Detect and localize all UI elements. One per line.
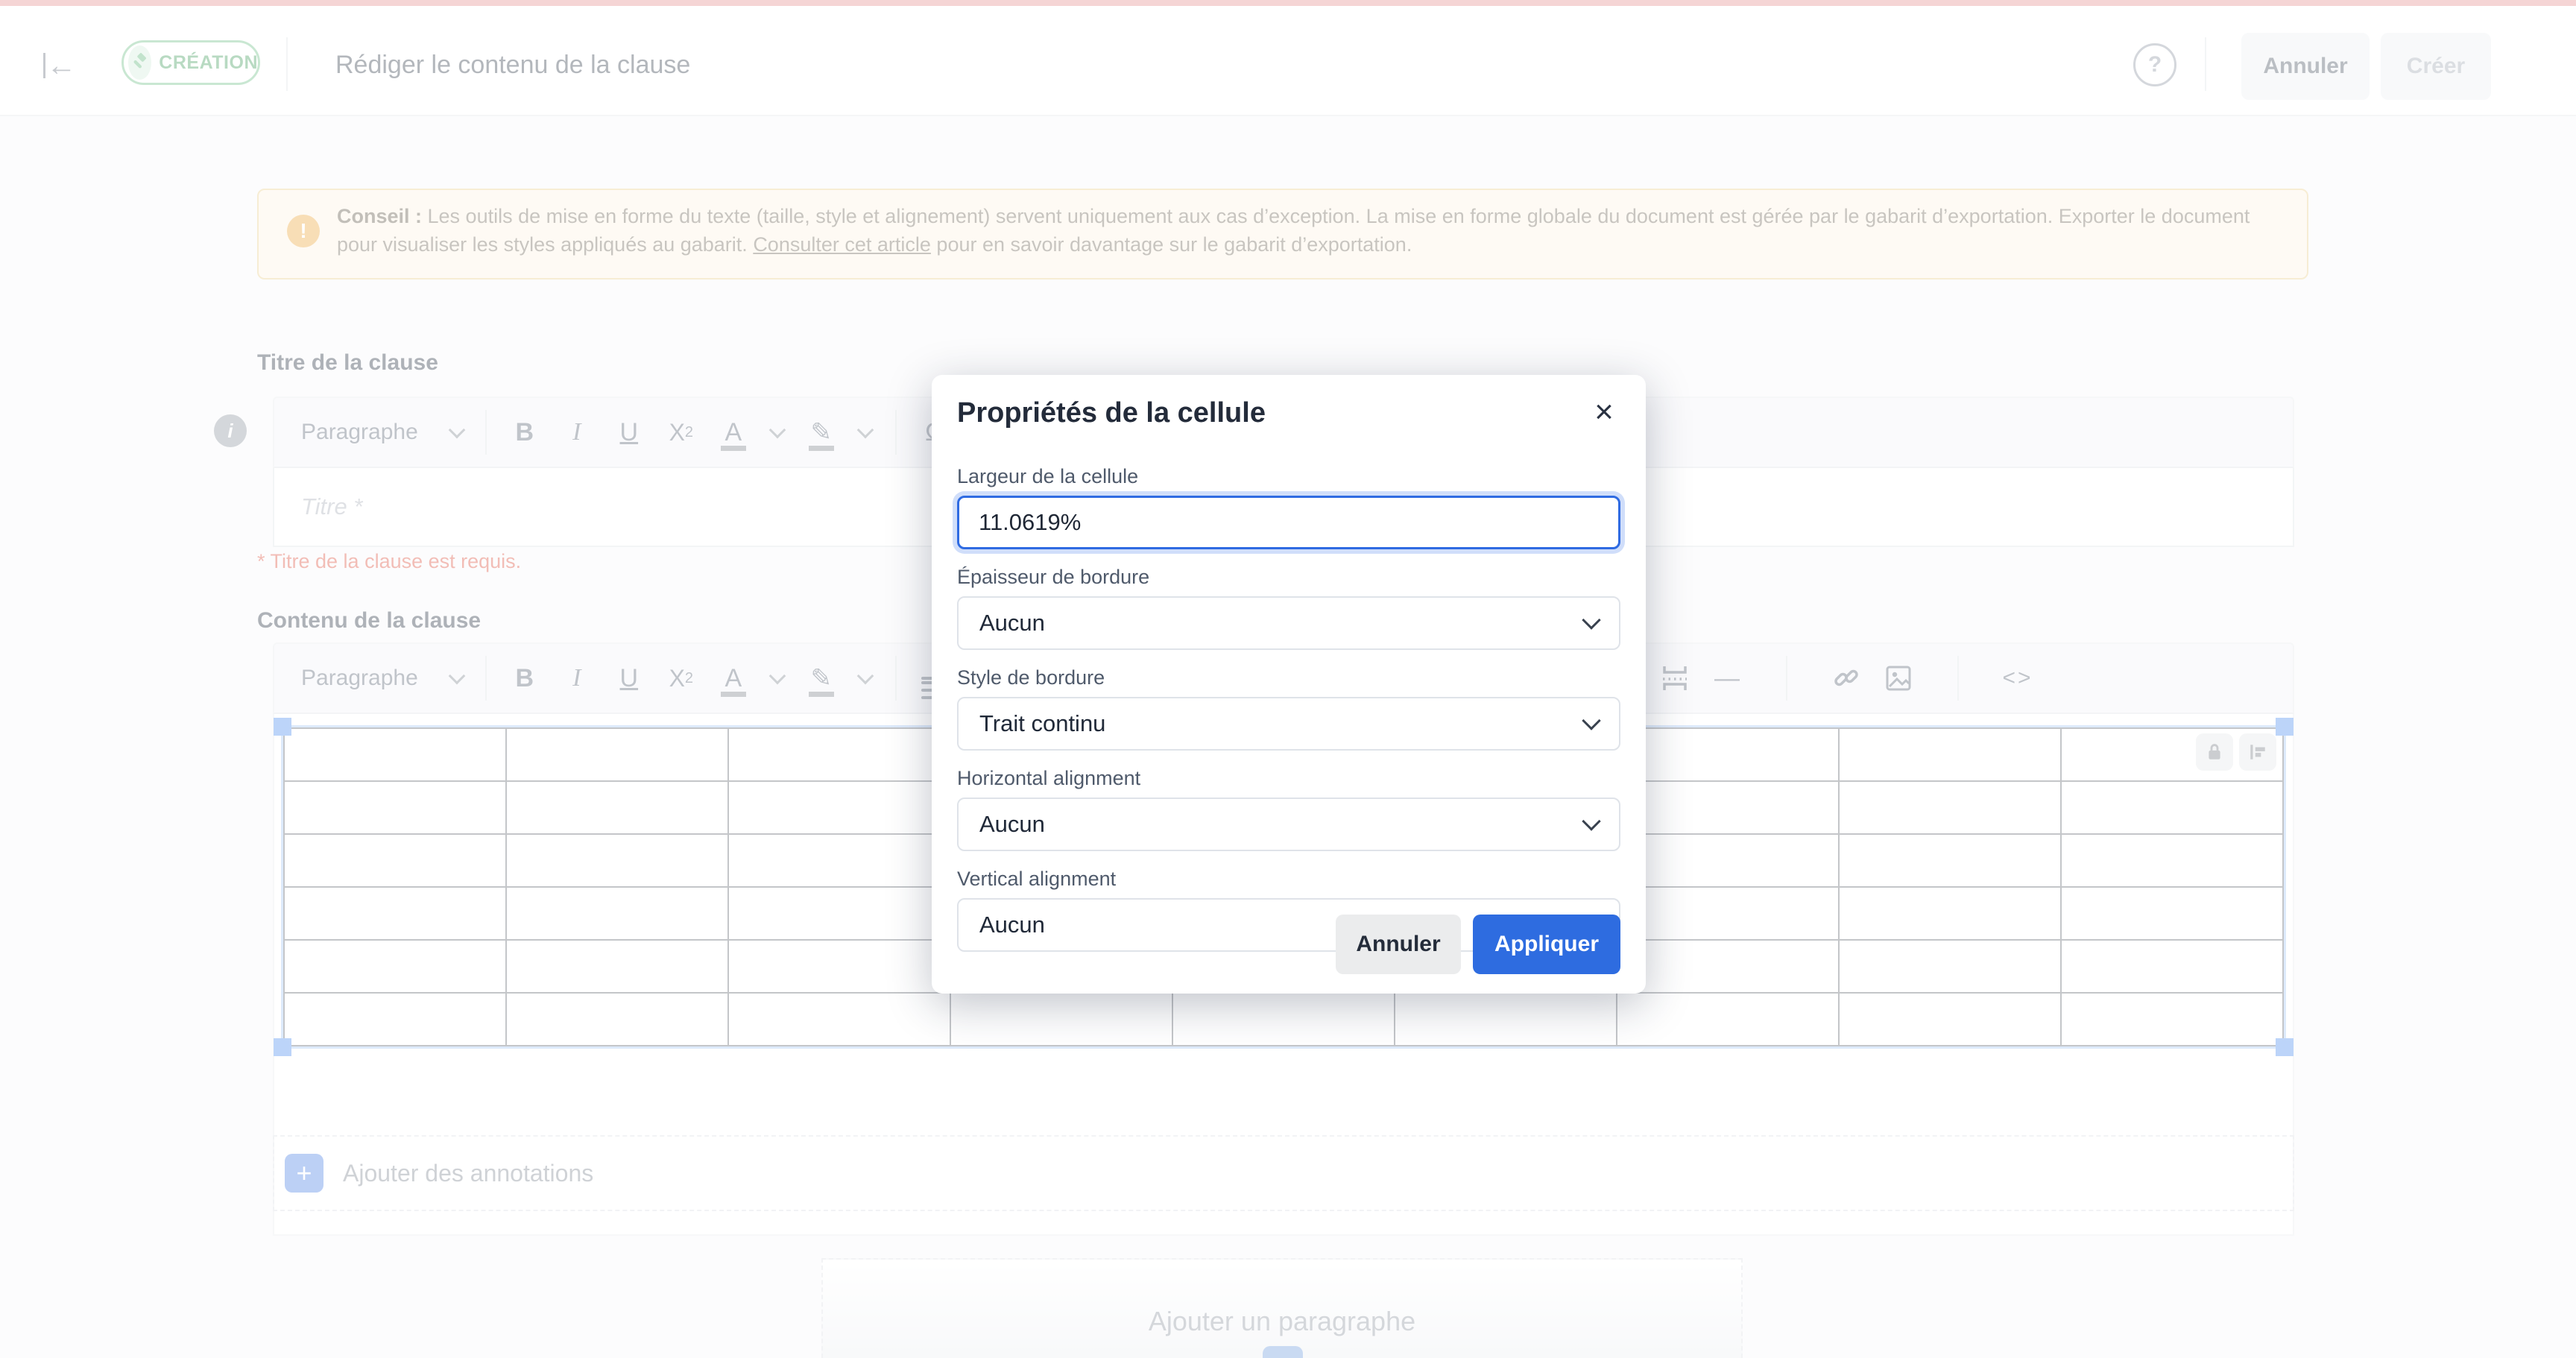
cell-properties-modal: Propriétés de la cellule × Largeur de la…	[932, 375, 1646, 994]
chevron-down-icon	[1582, 711, 1600, 730]
vertical-alignment-value: Aucun	[979, 912, 1045, 938]
modal-cancel-button[interactable]: Annuler	[1336, 915, 1461, 974]
border-style-select[interactable]: Trait continu	[957, 697, 1620, 751]
border-style-label: Style de bordure	[957, 666, 1620, 689]
page: ← CRÉATION Rédiger le contenu de la clau…	[0, 0, 2576, 1358]
horizontal-alignment-label: Horizontal alignment	[957, 767, 1620, 790]
horizontal-alignment-select[interactable]: Aucun	[957, 798, 1620, 851]
border-width-label: Épaisseur de bordure	[957, 566, 1620, 589]
border-style-value: Trait continu	[979, 710, 1105, 737]
border-width-value: Aucun	[979, 610, 1045, 637]
modal-apply-button[interactable]: Appliquer	[1473, 915, 1620, 974]
close-icon[interactable]: ×	[1585, 393, 1623, 432]
chevron-down-icon	[1582, 610, 1600, 629]
cell-width-label: Largeur de la cellule	[957, 465, 1620, 488]
horizontal-alignment-value: Aucun	[979, 811, 1045, 838]
vertical-alignment-label: Vertical alignment	[957, 868, 1620, 891]
border-width-select[interactable]: Aucun	[957, 596, 1620, 650]
modal-title: Propriétés de la cellule	[957, 397, 1620, 429]
chevron-down-icon	[1582, 812, 1600, 830]
cell-width-input[interactable]	[957, 496, 1620, 549]
